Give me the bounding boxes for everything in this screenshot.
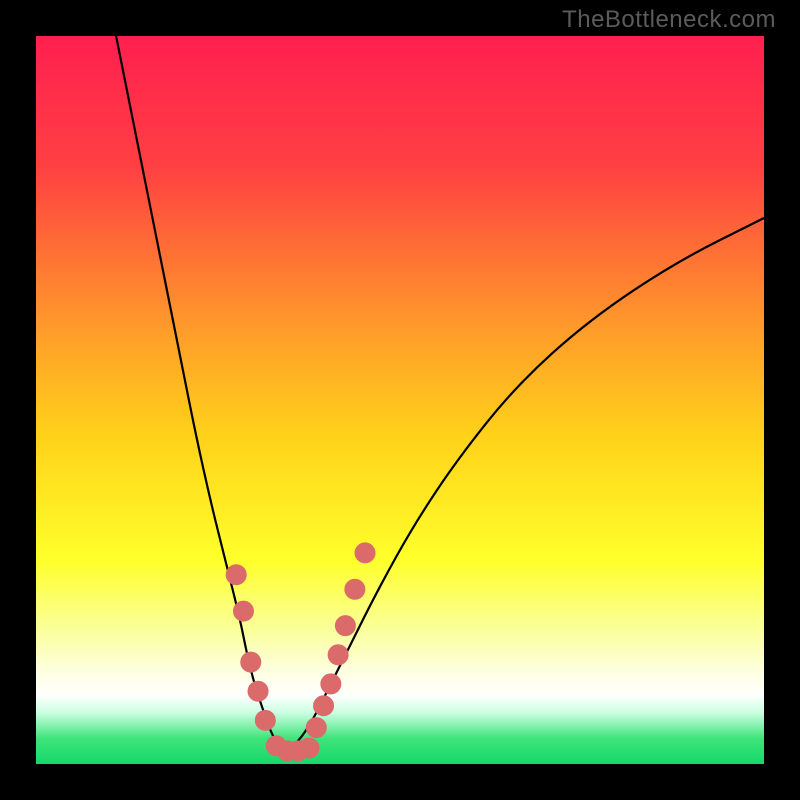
valley-dot bbox=[328, 645, 348, 665]
valley-dot bbox=[314, 696, 334, 716]
valley-dot bbox=[306, 718, 326, 738]
valley-dot bbox=[321, 674, 341, 694]
valley-dot bbox=[355, 543, 375, 563]
valley-dot bbox=[226, 565, 246, 585]
plot-area bbox=[36, 36, 764, 764]
gradient-rect bbox=[36, 36, 764, 764]
valley-dot bbox=[299, 738, 319, 758]
valley-dot bbox=[345, 579, 365, 599]
outer-frame: TheBottleneck.com bbox=[0, 0, 800, 800]
valley-dot bbox=[335, 616, 355, 636]
chart-svg bbox=[36, 36, 764, 764]
valley-dot bbox=[255, 710, 275, 730]
valley-dot bbox=[248, 681, 268, 701]
valley-dot bbox=[241, 652, 261, 672]
watermark-text: TheBottleneck.com bbox=[562, 6, 776, 34]
valley-dot bbox=[233, 601, 253, 621]
